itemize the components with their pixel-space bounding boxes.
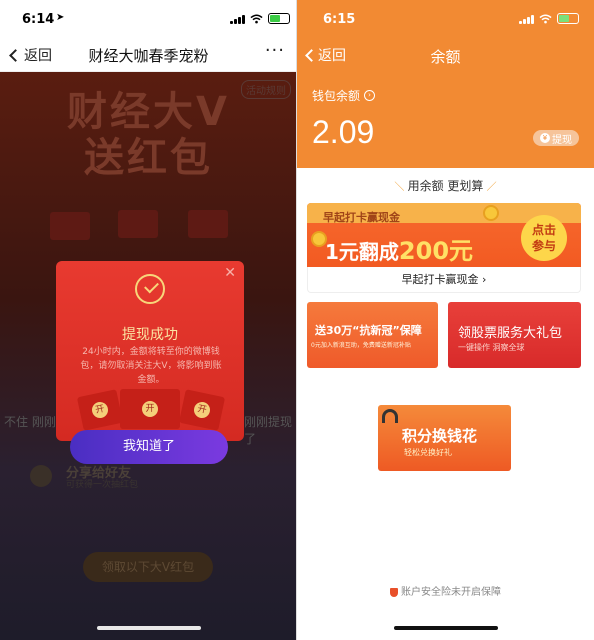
got-it-button[interactable]: 我知道了 [70,430,228,464]
location-icon: ➤ [56,12,65,23]
battery-icon [557,13,579,24]
card-title: 积分换钱花 [402,427,478,445]
bg-envelope [188,210,228,238]
page-title: 余额 [430,48,461,66]
security-notice[interactable]: 账户安全险未开启保障 [297,583,594,598]
banner-subtitle: 早起打卡赢现金 [323,211,400,224]
share-icon [30,465,52,487]
morning-checkin-link[interactable]: 早起打卡赢现金 › [307,267,581,293]
close-icon[interactable]: ✕ [224,265,236,281]
wifi-icon [250,14,263,23]
status-bar: 6:15 [297,0,594,38]
insurance-card[interactable]: 送30万“抗新冠”保障 0元加入新浪互助，免费赠送新冠补贴 [307,302,438,368]
yen-icon: ¥ [540,133,550,143]
chevron-right-icon: › [482,273,487,286]
chevron-right-icon: › [364,90,376,101]
signal-icon [230,14,245,24]
check-circle-icon [135,274,165,304]
withdraw-button[interactable]: ¥ 提现 [533,130,579,146]
join-button[interactable]: 点击 参与 [521,215,567,261]
bg-envelope [118,210,158,238]
balance-label[interactable]: 钱包余额 › [312,87,376,104]
rules-tag[interactable]: 活动规则 [241,80,291,99]
red-envelope: 开 [120,389,180,429]
decor-left-icon: ＼ [394,182,408,193]
status-icons [230,13,290,24]
coin-icon [311,231,327,247]
stock-gift-card[interactable]: 领股票服务大礼包 一键操作 洞察全球 [448,302,581,368]
status-bar: 6:14 ➤ [0,0,297,40]
status-time: 6:14 [22,12,55,27]
home-indicator [394,626,498,630]
headphones-icon [382,409,398,423]
coin-icon [483,205,499,221]
shield-icon [390,587,398,597]
card-subtitle: 轻松兑换好礼 [404,448,452,457]
more-button[interactable]: ··· [265,40,285,61]
bg-envelope [50,212,90,240]
ticker-left: 不住 刚刚 [4,415,56,429]
claim-button[interactable]: 领取以下大V红包 [83,552,213,582]
red-envelope: 开 [76,389,124,431]
share-subtitle: 可获得一次抽红包 [66,480,139,490]
decor-right-icon: ／ [483,182,497,193]
home-indicator [97,626,201,630]
nav-bar: 返回 财经大咖春季宠粉 ··· [0,40,297,72]
banner-headline: 1元翻成200元 [325,237,474,265]
withdraw-success-dialog: ✕ 提现成功 24小时内，金额将转至你的微博钱包，请勿取消关注大V，将影响到账金… [56,261,244,441]
red-envelope: 开 [178,389,226,431]
dialog-title: 提现成功 [122,327,178,343]
status-icons [519,13,579,24]
card-subtitle: 0元加入新浪互助，免费赠送新冠补贴 [311,342,411,349]
ticker-right: 刚刚提现了 [244,415,293,446]
points-exchange-card[interactable]: 积分换钱花 轻松兑换好礼 [378,405,511,471]
balance-value: 2.09 [312,114,375,150]
card-title: 送30万“抗新冠”保障 [315,324,422,337]
slogan: ＼ 用余额 更划算 ／ [394,179,497,193]
dialog-description: 24小时内，金额将转至你的微博钱包，请勿取消关注大V，将影响到账金额。 [80,347,222,385]
card-title: 领股票服务大礼包 [458,326,563,341]
page-title: 财经大咖春季宠粉 [88,47,209,65]
left-screen: 6:14 ➤ 返回 财经大咖春季宠粉 ··· 财经大V 送红包 活动规则 不住 … [0,0,297,640]
battery-icon [268,13,290,24]
wifi-icon [539,14,552,23]
morning-checkin-banner[interactable]: 早起打卡赢现金 1元翻成200元 点击 参与 [307,203,581,267]
right-screen: 6:15 返回 余额 钱包余额 › 2.09 ¥ 提现 ＼ 用余额 更划算 ／ [297,0,594,640]
balance-header: 6:15 返回 余额 钱包余额 › 2.09 ¥ 提现 [297,0,594,168]
campaign-headline-2: 送红包 [84,135,213,181]
signal-icon [519,14,534,24]
card-subtitle: 一键操作 洞察全球 [458,343,525,352]
status-time: 6:15 [323,12,356,27]
